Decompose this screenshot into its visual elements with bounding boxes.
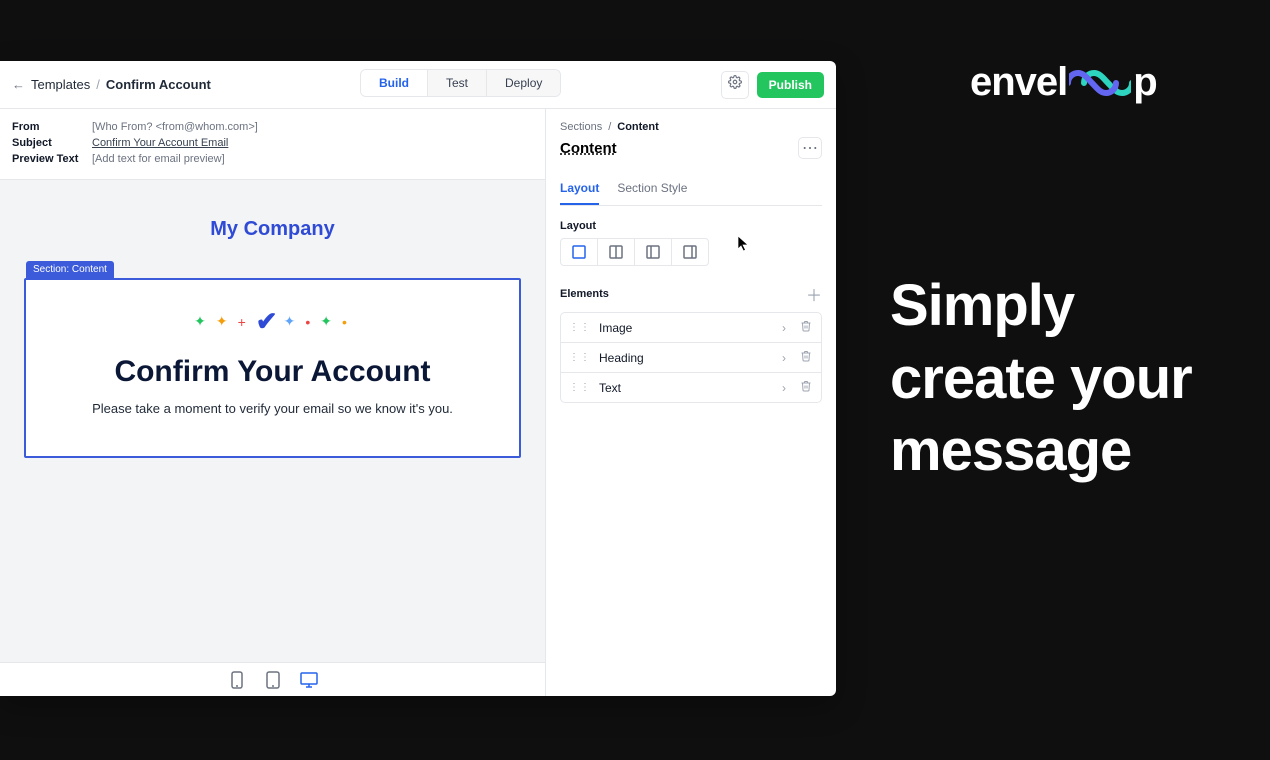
gear-icon bbox=[728, 75, 742, 94]
meta-subject-label: Subject bbox=[12, 137, 82, 149]
drag-handle-icon[interactable]: ⋮⋮ bbox=[569, 352, 591, 363]
back-arrow-icon[interactable]: ← bbox=[12, 77, 25, 92]
marketing-tagline: Simply create your message bbox=[890, 270, 1250, 488]
ellipsis-icon: ⋯ bbox=[802, 138, 818, 158]
trash-icon[interactable] bbox=[799, 350, 813, 365]
topbar: ← Templates / Confirm Account Build Test… bbox=[0, 61, 836, 109]
breadcrumb-sep: / bbox=[608, 121, 611, 133]
element-row-heading[interactable]: ⋮⋮ Heading › bbox=[561, 343, 821, 373]
device-bar bbox=[0, 662, 545, 696]
element-label: Heading bbox=[599, 351, 644, 365]
inspector-tabs: Layout Section Style bbox=[560, 173, 822, 206]
app-window: ← Templates / Confirm Account Build Test… bbox=[0, 61, 836, 696]
tab-layout[interactable]: Layout bbox=[560, 173, 599, 205]
device-tablet[interactable] bbox=[263, 670, 283, 690]
inspector-crumb-current: Content bbox=[617, 121, 659, 133]
check-icon: ✔ bbox=[256, 306, 278, 337]
tab-section-style[interactable]: Section Style bbox=[617, 173, 687, 205]
publish-button[interactable]: Publish bbox=[757, 72, 824, 98]
meta-preview-value[interactable]: [Add text for email preview] bbox=[92, 153, 225, 165]
inspector-pane: Sections / Content Content ⋯ Layout Sect… bbox=[546, 109, 836, 696]
breadcrumb: ← Templates / Confirm Account bbox=[12, 77, 211, 92]
plus-icon: ＋ bbox=[806, 288, 822, 305]
trash-icon[interactable] bbox=[799, 380, 813, 395]
element-label: Text bbox=[599, 381, 621, 395]
element-row-text[interactable]: ⋮⋮ Text › bbox=[561, 373, 821, 402]
chevron-right-icon[interactable]: › bbox=[777, 321, 791, 335]
infinity-icon bbox=[1069, 65, 1131, 101]
email-text[interactable]: Please take a moment to verify your emai… bbox=[46, 401, 499, 416]
tab-test[interactable]: Test bbox=[428, 70, 487, 96]
elements-list: ⋮⋮ Image › ⋮⋮ Heading › bbox=[560, 312, 822, 403]
meta-from-label: From bbox=[12, 121, 82, 133]
email-meta: From [Who From? <from@whom.com>] Subject… bbox=[0, 109, 545, 180]
brand-logo: envel p bbox=[970, 60, 1157, 105]
layout-left-narrow[interactable] bbox=[634, 238, 672, 266]
brand-text-suffix: p bbox=[1133, 60, 1156, 105]
meta-subject-value[interactable]: Confirm Your Account Email bbox=[92, 137, 228, 149]
layout-options bbox=[560, 238, 822, 266]
layout-2col[interactable] bbox=[597, 238, 635, 266]
breadcrumb-sep: / bbox=[96, 77, 100, 92]
elements-group-label: Elements bbox=[560, 288, 609, 300]
editor-pane: From [Who From? <from@whom.com>] Subject… bbox=[0, 109, 546, 696]
add-element-button[interactable]: ＋ bbox=[806, 282, 822, 306]
inspector-breadcrumb: Sections / Content bbox=[560, 121, 822, 133]
settings-button[interactable] bbox=[721, 71, 749, 99]
email-canvas: My Company Section: Content ✦ ✦ + ✔ ✦ • … bbox=[0, 180, 545, 662]
inspector-title[interactable]: Content bbox=[560, 140, 617, 157]
more-button[interactable]: ⋯ bbox=[798, 137, 822, 159]
element-row-image[interactable]: ⋮⋮ Image › bbox=[561, 313, 821, 343]
chevron-right-icon[interactable]: › bbox=[777, 351, 791, 365]
breadcrumb-current: Confirm Account bbox=[106, 77, 211, 92]
device-mobile[interactable] bbox=[227, 670, 247, 690]
meta-from-value[interactable]: [Who From? <from@whom.com>] bbox=[92, 121, 258, 133]
layout-1col[interactable] bbox=[560, 238, 598, 266]
chevron-right-icon[interactable]: › bbox=[777, 381, 791, 395]
drag-handle-icon[interactable]: ⋮⋮ bbox=[569, 322, 591, 333]
brand-text-prefix: envel bbox=[970, 60, 1067, 105]
layout-right-narrow[interactable] bbox=[671, 238, 709, 266]
meta-preview-label: Preview Text bbox=[12, 153, 82, 165]
hero-image[interactable]: ✦ ✦ + ✔ ✦ • ✦ • bbox=[46, 306, 499, 337]
section-chip[interactable]: Section: Content bbox=[26, 261, 114, 278]
element-label: Image bbox=[599, 321, 632, 335]
layout-group-label: Layout bbox=[560, 220, 822, 232]
drag-handle-icon[interactable]: ⋮⋮ bbox=[569, 382, 591, 393]
device-desktop[interactable] bbox=[299, 670, 319, 690]
tab-deploy[interactable]: Deploy bbox=[487, 70, 560, 96]
section-content[interactable]: ✦ ✦ + ✔ ✦ • ✦ • Confirm Your Account Ple… bbox=[24, 278, 521, 458]
email-heading[interactable]: Confirm Your Account bbox=[46, 355, 499, 389]
inspector-crumb-root[interactable]: Sections bbox=[560, 121, 602, 133]
trash-icon[interactable] bbox=[799, 320, 813, 335]
view-tabs: Build Test Deploy bbox=[360, 69, 561, 97]
cursor-icon bbox=[737, 235, 749, 253]
tab-build[interactable]: Build bbox=[361, 70, 428, 96]
company-name[interactable]: My Company bbox=[24, 218, 521, 241]
breadcrumb-root[interactable]: Templates bbox=[31, 77, 90, 92]
